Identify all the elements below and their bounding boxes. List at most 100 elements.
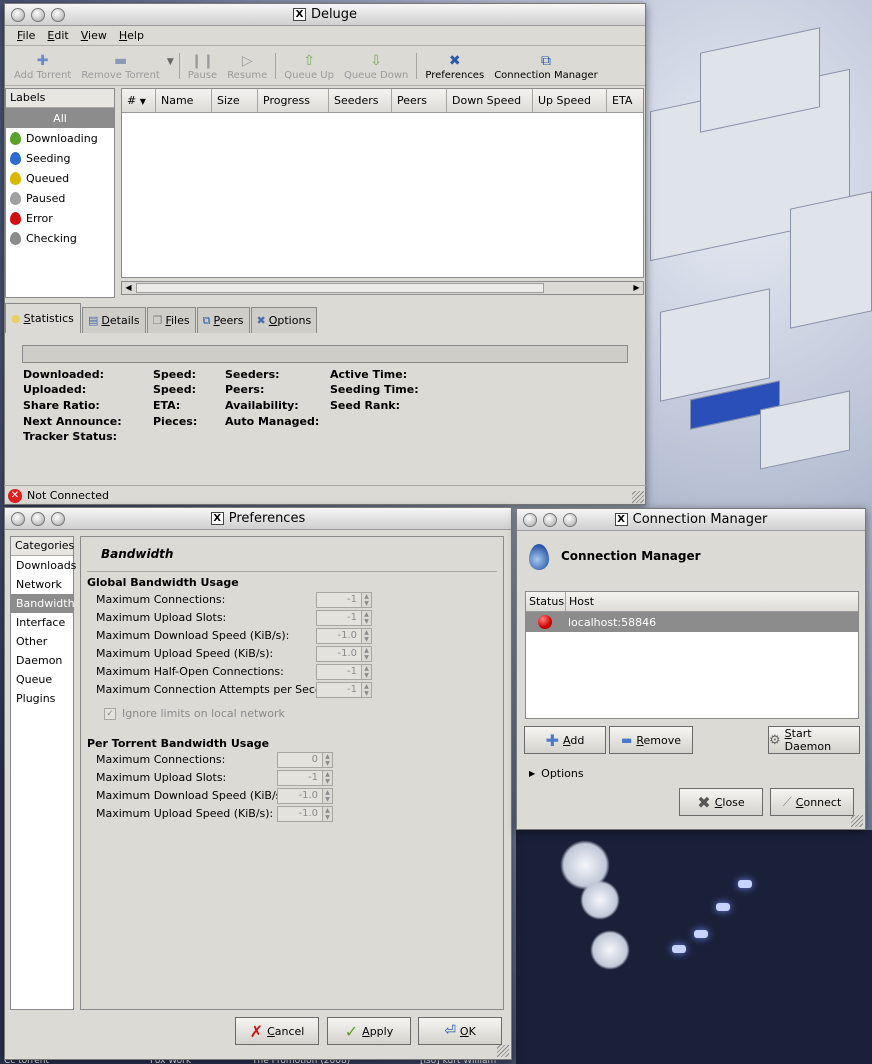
global-max-connections-label: Maximum Connections: [96,593,226,606]
column-progress[interactable]: Progress [258,89,329,112]
ok-button[interactable]: ⏎ OK [418,1017,502,1045]
minus-icon: ▬ [621,733,633,747]
category-network[interactable]: Network [11,575,73,594]
tab-details[interactable]: ▤ Details [82,307,146,333]
column-up-speed[interactable]: Up Speed [533,89,607,112]
label-item-paused[interactable]: Paused [6,188,114,208]
close-button[interactable]: ✖ Close [679,788,763,816]
label-item-queued[interactable]: Queued [6,168,114,188]
column-host[interactable]: Host [566,592,858,611]
category-daemon[interactable]: Daemon [11,651,73,670]
connection-manager-titlebar[interactable]: X Connection Manager [517,509,865,531]
maximize-window-button[interactable] [51,512,65,526]
menu-help[interactable]: Help [113,29,150,42]
maximize-window-button[interactable] [563,513,577,527]
global-max-upload-slots-spinner[interactable]: -1 ▲ ▼ [316,610,372,626]
connection-status: Not Connected [27,489,110,502]
ignore-local-checkbox[interactable]: ✓ [104,708,116,720]
resize-grip[interactable] [632,491,644,503]
minimize-window-button[interactable] [543,513,557,527]
resize-grip[interactable] [851,815,863,827]
label-item-downloading[interactable]: Downloading [6,128,114,148]
column-size[interactable]: Size [212,89,258,112]
label-item-checking[interactable]: Checking [6,228,114,248]
menu-edit[interactable]: Edit [41,29,74,42]
torrent-max-upload-speed-spinner[interactable]: -1.0 ▲ ▼ [277,806,333,822]
minimize-window-button[interactable] [31,512,45,526]
torrent-max-connections-spinner[interactable]: 0 ▲ ▼ [277,752,333,768]
category-plugins[interactable]: Plugins [11,689,73,708]
tab-peers[interactable]: ⧉ Peers [196,307,250,333]
close-window-button[interactable] [11,8,25,22]
tab-statistics[interactable]: ● Statistics [5,303,81,333]
remove-host-button[interactable]: ▬ Remove [609,726,693,754]
menubar: File Edit View Help [5,26,645,46]
column-peers[interactable]: Peers [392,89,447,112]
close-window-button[interactable] [523,513,537,527]
menu-view[interactable]: View [75,29,113,42]
resume-button[interactable]: ▷ Resume [222,52,272,81]
tree [590,930,630,970]
pause-button[interactable]: ❙❙ Pause [183,52,222,81]
categories-header[interactable]: Categories [11,537,74,556]
label-item-all[interactable]: All [6,108,114,128]
deluge-titlebar[interactable]: X Deluge [5,4,645,26]
start-daemon-button[interactable]: ⚙ Start Daemon [768,726,860,754]
column-status[interactable]: Status [526,592,566,611]
label-item-error[interactable]: Error [6,208,114,228]
category-other[interactable]: Other [11,632,73,651]
tab-files[interactable]: ❐ Files [146,307,196,333]
tab-options[interactable]: ✖ Options [250,307,318,333]
add-torrent-button[interactable]: ✚ Add Torrent [9,52,76,81]
host-row[interactable]: localhost:58846 [526,612,858,632]
global-max-connection-attempts-spinner[interactable]: -1 ▲ ▼ [316,682,372,698]
column-down-speed[interactable]: Down Speed [447,89,533,112]
queue-up-button[interactable]: ⇧ Queue Up [279,52,339,81]
connect-button[interactable]: ⟋ Connect [770,788,854,816]
labels-panel: Labels All Downloading Seeding Queued Pa… [5,88,115,298]
apply-button[interactable]: ✓ Apply [327,1017,411,1045]
category-interface[interactable]: Interface [11,613,73,632]
column-number[interactable]: # ▼ [122,89,156,112]
resize-grip[interactable] [497,1045,509,1057]
global-max-upload-speed-spinner[interactable]: -1.0 ▲ ▼ [316,646,372,662]
connection-manager-button[interactable]: ⧉ Connection Manager [489,52,603,81]
per-torrent-heading: Per Torrent Bandwidth Usage [87,737,270,750]
torrent-max-download-speed-spinner[interactable]: -1.0 ▲ ▼ [277,788,333,804]
maximize-window-button[interactable] [51,8,65,22]
global-max-connections-spinner[interactable]: -1 ▲ ▼ [316,592,372,608]
category-bandwidth[interactable]: Bandwidth [11,594,75,613]
column-seeders[interactable]: Seeders [329,89,392,112]
queue-down-button[interactable]: ⇩ Queue Down [339,52,413,81]
remove-torrent-dropdown[interactable]: ▼ [165,57,176,81]
minimize-window-button[interactable] [31,8,45,22]
label-item-seeding[interactable]: Seeding [6,148,114,168]
column-eta[interactable]: ETA [607,89,643,112]
scroll-right-icon[interactable]: ▶ [630,282,643,294]
preferences-button[interactable]: ✖ Preferences [420,52,489,81]
torrent-list[interactable]: # ▼ Name Size Progress Seeders Peers Dow… [121,88,644,278]
menu-file[interactable]: File [11,29,41,42]
category-queue[interactable]: Queue [11,670,73,689]
close-window-button[interactable] [11,512,25,526]
global-max-half-open-spinner[interactable]: -1 ▲ ▼ [316,664,372,680]
options-expander[interactable]: ▶ Options [529,767,584,780]
column-name[interactable]: Name [156,89,212,112]
hosts-list[interactable]: Status Host localhost:58846 [525,591,859,719]
torrent-max-upload-slots-spinner[interactable]: -1 ▲ ▼ [277,770,333,786]
add-host-button[interactable]: ✚ Add [524,726,606,754]
scroll-left-icon[interactable]: ◀ [122,282,135,294]
cancel-button[interactable]: ✗ Cancel [235,1017,319,1045]
stat-seeding-time: Seeding Time: [330,383,419,396]
x11-icon: X [292,8,306,21]
labels-header[interactable]: Labels [6,89,114,108]
remove-torrent-button[interactable]: ▬ Remove Torrent [76,52,165,81]
scrollbar-thumb[interactable] [136,283,544,293]
x11-icon: X [614,513,628,526]
category-downloads[interactable]: Downloads [11,556,76,575]
preferences-titlebar[interactable]: X Preferences [5,508,511,530]
global-max-download-speed-spinner[interactable]: -1.0 ▲ ▼ [316,628,372,644]
building [660,288,770,402]
downloading-icon [10,131,21,145]
torrent-list-scrollbar[interactable]: ◀ ▶ [121,281,644,295]
